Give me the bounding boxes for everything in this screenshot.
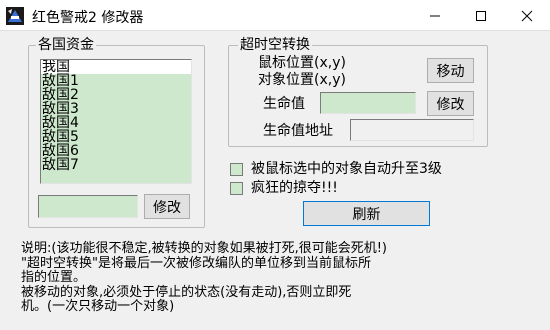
minimize-button[interactable]	[412, 0, 458, 31]
list-item[interactable]: 我国	[41, 60, 191, 74]
description-line-2: "超时空转换"是将最后一次被修改编队的单位移到当前鼠标所	[21, 256, 371, 271]
app-icon	[6, 7, 24, 25]
description-line-3: 指的位置。	[21, 270, 87, 285]
list-item[interactable]: 敌国7	[41, 158, 191, 172]
auto-upgrade-label[interactable]: 被鼠标选中的对象自动升至3级	[251, 161, 442, 177]
mouse-position-label: 鼠标位置(x,y)	[258, 55, 346, 71]
crazy-loot-checkbox[interactable]	[230, 182, 243, 195]
country-listbox[interactable]: 我国 敌国1 敌国2 敌国3 敌国4 敌国5 敌国6 敌国7	[40, 59, 192, 184]
minimize-icon	[430, 15, 440, 16]
maximize-icon	[476, 10, 486, 21]
hp-modify-button[interactable]: 修改	[427, 91, 474, 116]
list-item[interactable]: 敌国5	[41, 130, 191, 144]
list-item[interactable]: 敌国3	[41, 102, 191, 116]
list-item[interactable]: 敌国2	[41, 88, 191, 102]
description-line-5: 机。(一次只移动一个对象)	[21, 299, 175, 314]
move-button[interactable]: 移动	[427, 58, 474, 83]
object-position-label: 对象位置(x,y)	[258, 72, 346, 88]
refresh-button[interactable]: 刷新	[303, 201, 430, 226]
close-button[interactable]	[504, 0, 550, 31]
hp-input[interactable]	[320, 92, 416, 114]
auto-upgrade-checkbox[interactable]	[230, 163, 243, 176]
maximize-button[interactable]	[458, 0, 504, 31]
chrono-group-label: 超时空转换	[238, 37, 312, 53]
funds-modify-button[interactable]: 修改	[144, 194, 190, 219]
window-title: 红色警戒2 修改器	[32, 10, 144, 26]
close-icon	[521, 10, 533, 21]
description-line-1: 说明:(该功能很不稳定,被转换的对象如果被打死,很可能会死机!)	[21, 241, 387, 256]
description-line-4: 被移动的对象,必须处于停止的状态(没有走动),否则立即死	[21, 285, 352, 300]
hp-address-label: 生命值地址	[263, 123, 333, 139]
crazy-loot-label[interactable]: 疯狂的掠夺!!!	[251, 180, 338, 196]
list-item[interactable]: 敌国1	[41, 74, 191, 88]
title-bar[interactable]: 红色警戒2 修改器	[0, 0, 550, 31]
funds-group-label: 各国资金	[36, 37, 96, 53]
hp-address-input[interactable]	[350, 119, 474, 141]
funds-value-input[interactable]	[38, 195, 138, 218]
hp-label: 生命值	[263, 96, 305, 112]
list-item[interactable]: 敌国4	[41, 116, 191, 130]
list-item[interactable]: 敌国6	[41, 144, 191, 158]
